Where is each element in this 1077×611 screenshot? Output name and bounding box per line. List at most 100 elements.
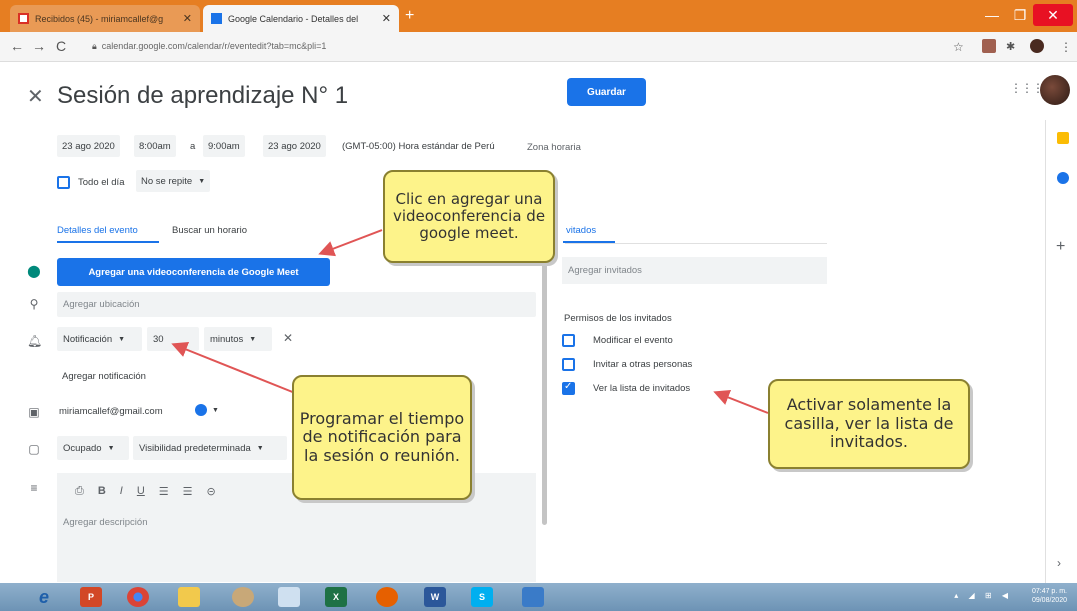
notification-type-label: Notificación xyxy=(63,333,113,345)
maximize-icon[interactable]: ❐ xyxy=(1008,4,1032,26)
remove-notification-icon[interactable]: ✕ xyxy=(283,331,293,345)
calendar-color-select[interactable]: ▼ xyxy=(189,398,229,422)
notification-type-select[interactable]: Notificación ▼ xyxy=(57,327,142,351)
permission-modify-checkbox[interactable] xyxy=(562,334,575,347)
permission-invite-label: Invitar a otras personas xyxy=(593,359,693,370)
side-panel-strip: + xyxy=(1045,120,1077,590)
apps-grid-icon[interactable]: ⋮⋮⋮ xyxy=(1010,81,1044,95)
url-text: calendar.google.com/calendar/r/eventedit… xyxy=(101,41,327,51)
all-day-checkbox[interactable] xyxy=(57,176,70,189)
repeat-select[interactable]: No se repite ▼ xyxy=(136,170,211,192)
start-time[interactable]: 8:00am xyxy=(134,135,176,157)
end-date[interactable]: 23 ago 2020 xyxy=(263,135,326,157)
start-date[interactable]: 23 ago 2020 xyxy=(57,135,120,157)
link-icon[interactable]: ⊝ xyxy=(207,485,216,498)
timezone-text: (GMT-05:00) Hora estándar de Perú xyxy=(342,141,495,152)
profile-icon[interactable] xyxy=(1030,39,1044,53)
taskbar-clock[interactable]: 07:47 p. m. 09/08/2020 xyxy=(1032,587,1067,605)
time-separator: a xyxy=(190,141,196,152)
avatar[interactable] xyxy=(1040,75,1070,105)
chevron-down-icon: ▼ xyxy=(249,335,257,343)
word-icon[interactable]: W xyxy=(424,587,446,607)
puzzle-icon[interactable]: ✱ xyxy=(1006,40,1015,53)
close-icon[interactable]: ✕ xyxy=(183,12,192,25)
underline-icon[interactable]: U xyxy=(137,485,145,497)
forward-icon[interactable]: → xyxy=(32,38,46,54)
calendar-icon xyxy=(211,13,222,24)
desktop-icon[interactable] xyxy=(522,587,544,607)
numbered-list-icon[interactable]: ☰ xyxy=(159,485,169,498)
tab-event-details[interactable]: Detalles del evento xyxy=(57,225,138,236)
tasks-icon[interactable] xyxy=(1057,172,1069,184)
add-notification-link[interactable]: Agregar notificación xyxy=(62,371,146,382)
paint-icon[interactable] xyxy=(232,587,254,607)
menu-icon[interactable]: ⋮ xyxy=(1060,40,1072,54)
chevron-down-icon: ▼ xyxy=(212,406,219,414)
minimize-icon[interactable]: — xyxy=(980,4,1004,26)
clock-date: 09/08/2020 xyxy=(1031,597,1067,605)
tab-gmail[interactable]: Recibidos (45) - miriamcallef@g ✕ xyxy=(10,5,200,32)
notification-unit-select[interactable]: minutos ▼ xyxy=(204,327,272,351)
guests-arrow xyxy=(713,389,769,414)
italic-icon[interactable]: I xyxy=(120,485,123,497)
repeat-label: No se repite xyxy=(141,175,193,187)
close-icon[interactable]: ✕ xyxy=(382,12,391,25)
tab-find-time[interactable]: Buscar un horario xyxy=(172,225,247,236)
permission-modify-label: Modificar el evento xyxy=(593,335,673,346)
chevron-down-icon: ▼ xyxy=(107,444,115,452)
permission-see-list-checkbox[interactable] xyxy=(562,381,575,395)
add-meet-button[interactable]: Agregar una videoconferencia de Google M… xyxy=(57,258,330,286)
back-icon[interactable]: ← xyxy=(10,38,24,54)
skype-icon[interactable]: S xyxy=(471,587,493,607)
meet-arrow xyxy=(318,229,383,257)
reload-icon[interactable]: C xyxy=(56,38,66,54)
add-addon-icon[interactable]: + xyxy=(1056,238,1065,256)
url-field[interactable]: 🔒︎ calendar.google.com/calendar/r/evented… xyxy=(92,41,326,52)
notification-value-input[interactable]: 30 xyxy=(147,327,199,351)
scrollbar[interactable] xyxy=(542,255,547,525)
notification-callout: Programar el tiempo de notificación para… xyxy=(292,375,472,500)
new-tab-icon[interactable]: + xyxy=(405,7,414,25)
address-bar: ← → C 🔒︎ calendar.google.com/calendar/r/e… xyxy=(0,32,1077,62)
meet-callout: Clic en agregar una videoconferencia de … xyxy=(383,170,555,263)
powerpoint-icon[interactable]: P xyxy=(80,587,102,607)
tab-calendar[interactable]: Google Calendario - Detalles del ✕ xyxy=(203,5,399,32)
notepad-icon[interactable] xyxy=(278,587,300,607)
chevron-right-icon[interactable]: › xyxy=(1057,556,1061,570)
notification-unit-label: minutos xyxy=(210,333,244,345)
notification-arrow xyxy=(171,342,301,396)
end-time[interactable]: 9:00am xyxy=(203,135,245,157)
location-input[interactable]: Agregar ubicación xyxy=(57,292,536,317)
star-icon[interactable]: ☆ xyxy=(953,40,964,54)
ie-icon[interactable]: e xyxy=(33,587,55,607)
all-day-label: Todo el día xyxy=(78,177,125,188)
firefox-icon[interactable] xyxy=(376,587,398,607)
visibility-select[interactable]: Visibilidad predeterminada ▼ xyxy=(133,436,287,460)
event-title-input[interactable]: Sesión de aprendizaje N° 1 xyxy=(57,82,348,110)
guests-callout-text: Activar solamente la casilla, ver la lis… xyxy=(784,395,954,452)
busy-status-select[interactable]: Ocupado ▼ xyxy=(57,436,129,460)
description-input[interactable]: Agregar descripción xyxy=(57,509,536,582)
window-close-icon[interactable]: ✕ xyxy=(1033,4,1073,26)
save-button[interactable]: Guardar xyxy=(567,78,646,106)
add-guests-input[interactable]: Agregar invitados xyxy=(562,257,827,284)
chevron-down-icon: ▼ xyxy=(118,335,126,343)
active-tab-indicator xyxy=(57,241,159,243)
permission-invite-checkbox[interactable] xyxy=(562,358,575,371)
file-explorer-icon[interactable] xyxy=(178,587,200,607)
attachment-icon[interactable]: ⎙ xyxy=(75,485,84,498)
location-icon: ⚲ xyxy=(29,297,39,311)
bold-icon[interactable]: B xyxy=(98,485,106,497)
bulleted-list-icon[interactable]: ☰ xyxy=(183,485,193,498)
tab-guests[interactable]: vitados xyxy=(566,225,596,236)
system-tray-icons[interactable]: ▴ ◢ ⊞ ◀ xyxy=(954,591,1012,600)
timezone-link[interactable]: Zona horaria xyxy=(527,142,581,153)
close-editor-icon[interactable]: ✕ xyxy=(27,84,44,109)
keep-icon[interactable] xyxy=(1057,132,1069,144)
chrome-icon[interactable] xyxy=(127,587,149,607)
tab-gmail-label: Recibidos (45) - miriamcallef@g xyxy=(35,13,164,24)
windows-taskbar: e P X W S ▴ ◢ ⊞ ◀ 07:47 p. m. 09/08/2020 xyxy=(0,583,1077,611)
extension-icon[interactable] xyxy=(982,39,996,53)
bell-icon: 🔔︎ xyxy=(27,334,43,348)
excel-icon[interactable]: X xyxy=(325,587,347,607)
